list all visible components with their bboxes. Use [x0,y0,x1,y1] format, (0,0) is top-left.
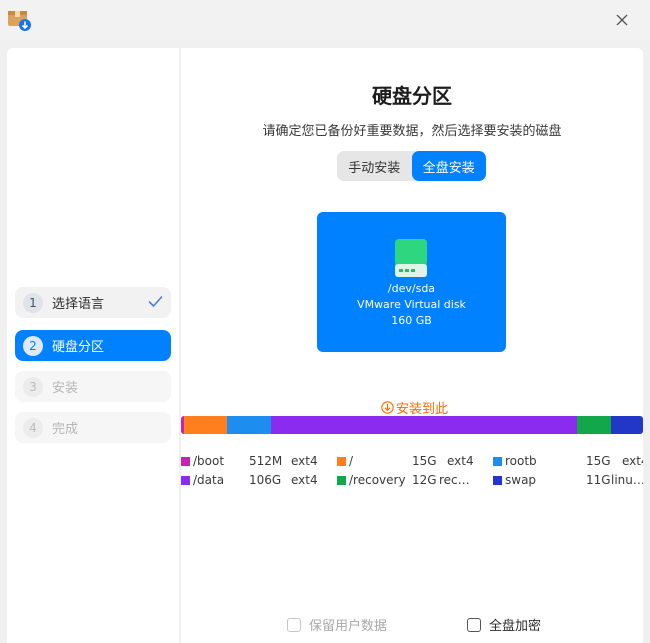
download-arrow-icon [381,401,394,414]
legend-swatch [337,475,346,485]
keep-user-data-checkbox: 保留用户数据 [287,615,387,634]
legend-item-rootb: rootb [493,454,537,468]
partition-fs: rec… [439,473,470,487]
partition-size: 512M [249,454,283,468]
partition-name: /data [193,473,225,487]
step-disk-partition[interactable]: 2 硬盘分区 [15,330,171,361]
partition-size: 15G [586,454,611,468]
tab-full-disk-install[interactable]: 全盘安装 [411,151,486,181]
full-disk-encryption-checkbox[interactable]: 全盘加密 [467,615,541,634]
partition-name: rootb [505,454,537,468]
close-button[interactable] [610,8,634,32]
step-label: 完成 [52,422,79,437]
legend-row: /boot 512M ext4 / 15G ext4 rootb 15G ext… [181,454,650,472]
installer-box-icon [6,6,32,32]
partition-size: 12G [412,473,437,487]
step-install: 3 安装 [15,371,171,402]
keep-user-data-label: 保留用户数据 [309,619,388,634]
legend-swatch [493,475,502,485]
step-select-language[interactable]: 1 选择语言 [15,287,171,318]
step-number: 3 [23,376,43,397]
disk-path: /dev/sda [387,282,436,295]
partition-name: /boot [193,454,225,468]
install-mode-switch: 手动安装 全盘安装 [337,151,486,181]
main-panel: 硬盘分区 请确定您已备份好重要数据，然后选择要安装的磁盘 手动安装 全盘安装 /… [181,48,643,643]
partition-fs: ext4 [622,454,643,468]
partition-segment-data [270,416,577,434]
full-disk-encryption-label: 全盘加密 [489,619,542,634]
partition-fs: ext4 [291,473,318,487]
disk-card-sda[interactable]: /dev/sda VMware Virtual disk 160 GB [317,212,506,352]
legend-swatch [493,456,502,466]
legend-item-data: /data [181,473,224,487]
install-here-label: 安装到此 [396,402,449,417]
hard-drive-icon [393,238,429,278]
disk-model: VMware Virtual disk [357,298,466,311]
legend-row: /data 106G ext4 /recovery 12G rec… swap … [181,473,650,491]
partition-segment-rootb [227,416,271,434]
page-title: 硬盘分区 [372,84,452,108]
partition-name: / [349,454,354,468]
close-icon [616,14,628,26]
checkbox-box[interactable] [467,617,481,632]
step-label: 选择语言 [52,297,105,312]
step-finish: 4 完成 [15,412,171,443]
title-bar [0,0,650,40]
partition-size: 15G [412,454,437,468]
page-subtitle: 请确定您已备份好重要数据，然后选择要安装的磁盘 [262,124,562,139]
legend-item-boot: /boot [181,454,224,468]
partition-name: /recovery [349,473,406,487]
disk-size: 160 GB [391,314,432,327]
partition-segment-root [183,416,228,434]
steps-sidebar: 1 选择语言 2 硬盘分区 3 安装 4 完成 [7,48,179,643]
step-label: 安装 [52,381,79,396]
install-here-marker: 安装到此 [381,398,448,417]
step-number: 2 [23,335,43,356]
partition-fs: ext4 [447,454,474,468]
partition-fs: ext4 [291,454,318,468]
partition-name: swap [505,473,537,487]
partition-segment-swap [611,416,643,434]
step-label: 硬盘分区 [52,340,105,355]
partition-segment-recovery [576,416,612,434]
legend-item-recovery: /recovery [337,473,406,487]
tab-manual-install[interactable]: 手动安装 [337,151,412,181]
step-number: 1 [23,292,43,313]
partition-size: 11G [586,473,611,487]
legend-item-swap: swap [493,473,536,487]
legend-item-root: / [337,454,353,468]
step-number: 4 [23,417,43,438]
legend-swatch [181,456,190,466]
partition-fs: linu… [611,473,643,487]
legend-swatch [337,456,346,466]
checkbox-box [287,617,301,632]
legend-swatch [181,475,190,485]
checkmark-icon [148,295,163,312]
partition-bar [181,416,643,434]
partition-size: 106G [249,473,282,487]
